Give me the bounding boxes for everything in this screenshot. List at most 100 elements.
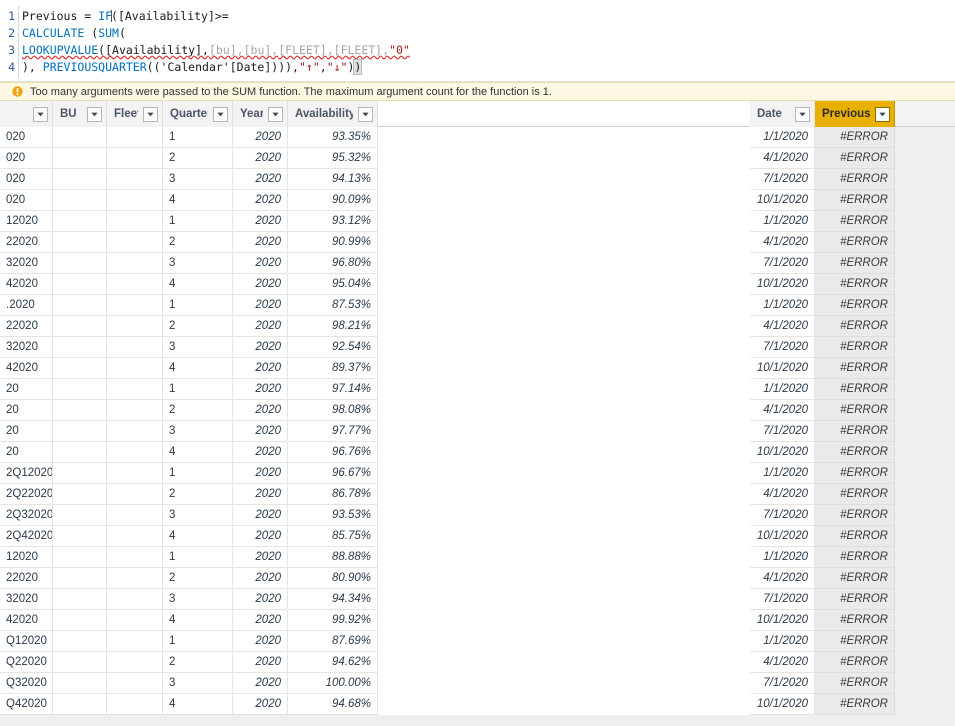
- cell-quarter[interactable]: 2: [163, 316, 233, 337]
- cell-prev[interactable]: #ERROR: [815, 652, 895, 673]
- cell-date[interactable]: 4/1/2020: [750, 568, 815, 589]
- cell-name[interactable]: Q42020: [0, 694, 53, 715]
- cell-prev[interactable]: #ERROR: [815, 547, 895, 568]
- table-row[interactable]: Q42020 4 2020 94.68% 10/1/2020 #ERROR: [0, 694, 955, 715]
- column-header-date[interactable]: Date: [750, 101, 815, 127]
- cell-quarter[interactable]: 1: [163, 211, 233, 232]
- cell-avail[interactable]: 100.00%: [288, 673, 378, 694]
- cell-quarter[interactable]: 4: [163, 526, 233, 547]
- cell-name[interactable]: 2Q22020: [0, 484, 53, 505]
- cell-prev[interactable]: #ERROR: [815, 505, 895, 526]
- cell-quarter[interactable]: 2: [163, 148, 233, 169]
- cell-date[interactable]: 7/1/2020: [750, 589, 815, 610]
- cell-quarter[interactable]: 4: [163, 358, 233, 379]
- table-row[interactable]: 42020 4 2020 95.04% 10/1/2020 #ERROR: [0, 274, 955, 295]
- cell-prev[interactable]: #ERROR: [815, 400, 895, 421]
- cell-name[interactable]: 32020: [0, 337, 53, 358]
- column-header-fleet[interactable]: Fleet: [107, 101, 163, 127]
- cell-prev[interactable]: #ERROR: [815, 589, 895, 610]
- cell-bu[interactable]: [53, 589, 107, 610]
- cell-date[interactable]: 7/1/2020: [750, 421, 815, 442]
- table-row[interactable]: 12020 1 2020 93.12% 1/1/2020 #ERROR: [0, 211, 955, 232]
- cell-year[interactable]: 2020: [233, 169, 288, 190]
- cell-quarter[interactable]: 1: [163, 127, 233, 148]
- cell-avail[interactable]: 87.69%: [288, 631, 378, 652]
- cell-prev[interactable]: #ERROR: [815, 358, 895, 379]
- cell-fleet[interactable]: [107, 589, 163, 610]
- table-row[interactable]: 20 1 2020 97.14% 1/1/2020 #ERROR: [0, 379, 955, 400]
- cell-date[interactable]: 1/1/2020: [750, 127, 815, 148]
- cell-date[interactable]: 10/1/2020: [750, 526, 815, 547]
- cell-quarter[interactable]: 4: [163, 190, 233, 211]
- cell-avail[interactable]: 94.68%: [288, 694, 378, 715]
- cell-avail[interactable]: 85.75%: [288, 526, 378, 547]
- table-row[interactable]: 020 2 2020 95.32% 4/1/2020 #ERROR: [0, 148, 955, 169]
- cell-name[interactable]: 20: [0, 379, 53, 400]
- cell-bu[interactable]: [53, 463, 107, 484]
- cell-year[interactable]: 2020: [233, 547, 288, 568]
- column-header-prev[interactable]: Previous: [815, 101, 895, 127]
- table-row[interactable]: 2Q12020 1 2020 96.67% 1/1/2020 #ERROR: [0, 463, 955, 484]
- cell-name[interactable]: 12020: [0, 211, 53, 232]
- cell-avail[interactable]: 95.32%: [288, 148, 378, 169]
- column-header-quarter[interactable]: Quarter: [163, 101, 233, 127]
- cell-bu[interactable]: [53, 673, 107, 694]
- cell-year[interactable]: 2020: [233, 694, 288, 715]
- cell-avail[interactable]: 93.53%: [288, 505, 378, 526]
- cell-date[interactable]: 4/1/2020: [750, 484, 815, 505]
- cell-bu[interactable]: [53, 211, 107, 232]
- cell-fleet[interactable]: [107, 694, 163, 715]
- table-row[interactable]: 20 3 2020 97.77% 7/1/2020 #ERROR: [0, 421, 955, 442]
- table-row[interactable]: 32020 3 2020 92.54% 7/1/2020 #ERROR: [0, 337, 955, 358]
- cell-bu[interactable]: [53, 610, 107, 631]
- cell-prev[interactable]: #ERROR: [815, 694, 895, 715]
- cell-name[interactable]: 020: [0, 127, 53, 148]
- table-row[interactable]: .2020 1 2020 87.53% 1/1/2020 #ERROR: [0, 295, 955, 316]
- cell-avail[interactable]: 88.88%: [288, 547, 378, 568]
- cell-date[interactable]: 1/1/2020: [750, 379, 815, 400]
- cell-quarter[interactable]: 1: [163, 295, 233, 316]
- filter-dropdown-icon-prev[interactable]: [875, 106, 890, 122]
- cell-name[interactable]: 42020: [0, 274, 53, 295]
- filter-dropdown-icon-date[interactable]: [795, 106, 810, 122]
- cell-prev[interactable]: #ERROR: [815, 526, 895, 547]
- cell-bu[interactable]: [53, 127, 107, 148]
- formula-line-2[interactable]: CALCULATE (SUM(: [22, 25, 126, 42]
- cell-quarter[interactable]: 4: [163, 610, 233, 631]
- cell-year[interactable]: 2020: [233, 148, 288, 169]
- cell-prev[interactable]: #ERROR: [815, 232, 895, 253]
- cell-fleet[interactable]: [107, 379, 163, 400]
- cell-prev[interactable]: #ERROR: [815, 379, 895, 400]
- cell-avail[interactable]: 98.08%: [288, 400, 378, 421]
- cell-bu[interactable]: [53, 274, 107, 295]
- column-header-bu[interactable]: BU: [53, 101, 107, 127]
- cell-avail[interactable]: 96.80%: [288, 253, 378, 274]
- cell-bu[interactable]: [53, 631, 107, 652]
- cell-year[interactable]: 2020: [233, 589, 288, 610]
- table-row[interactable]: 020 1 2020 93.35% 1/1/2020 #ERROR: [0, 127, 955, 148]
- cell-date[interactable]: 7/1/2020: [750, 169, 815, 190]
- cell-name[interactable]: 42020: [0, 358, 53, 379]
- cell-quarter[interactable]: 3: [163, 253, 233, 274]
- cell-avail[interactable]: 97.77%: [288, 421, 378, 442]
- cell-fleet[interactable]: [107, 610, 163, 631]
- cell-bu[interactable]: [53, 358, 107, 379]
- table-row[interactable]: 42020 4 2020 89.37% 10/1/2020 #ERROR: [0, 358, 955, 379]
- cell-name[interactable]: 20: [0, 421, 53, 442]
- cell-fleet[interactable]: [107, 232, 163, 253]
- cell-avail[interactable]: 89.37%: [288, 358, 378, 379]
- cell-year[interactable]: 2020: [233, 652, 288, 673]
- cell-fleet[interactable]: [107, 526, 163, 547]
- cell-name[interactable]: 2Q42020: [0, 526, 53, 547]
- cell-year[interactable]: 2020: [233, 526, 288, 547]
- cell-prev[interactable]: #ERROR: [815, 610, 895, 631]
- cell-date[interactable]: 10/1/2020: [750, 190, 815, 211]
- cell-quarter[interactable]: 2: [163, 484, 233, 505]
- cell-avail[interactable]: 94.34%: [288, 589, 378, 610]
- cell-fleet[interactable]: [107, 337, 163, 358]
- cell-prev[interactable]: #ERROR: [815, 463, 895, 484]
- cell-fleet[interactable]: [107, 358, 163, 379]
- cell-bu[interactable]: [53, 652, 107, 673]
- cell-name[interactable]: Q32020: [0, 673, 53, 694]
- cell-bu[interactable]: [53, 190, 107, 211]
